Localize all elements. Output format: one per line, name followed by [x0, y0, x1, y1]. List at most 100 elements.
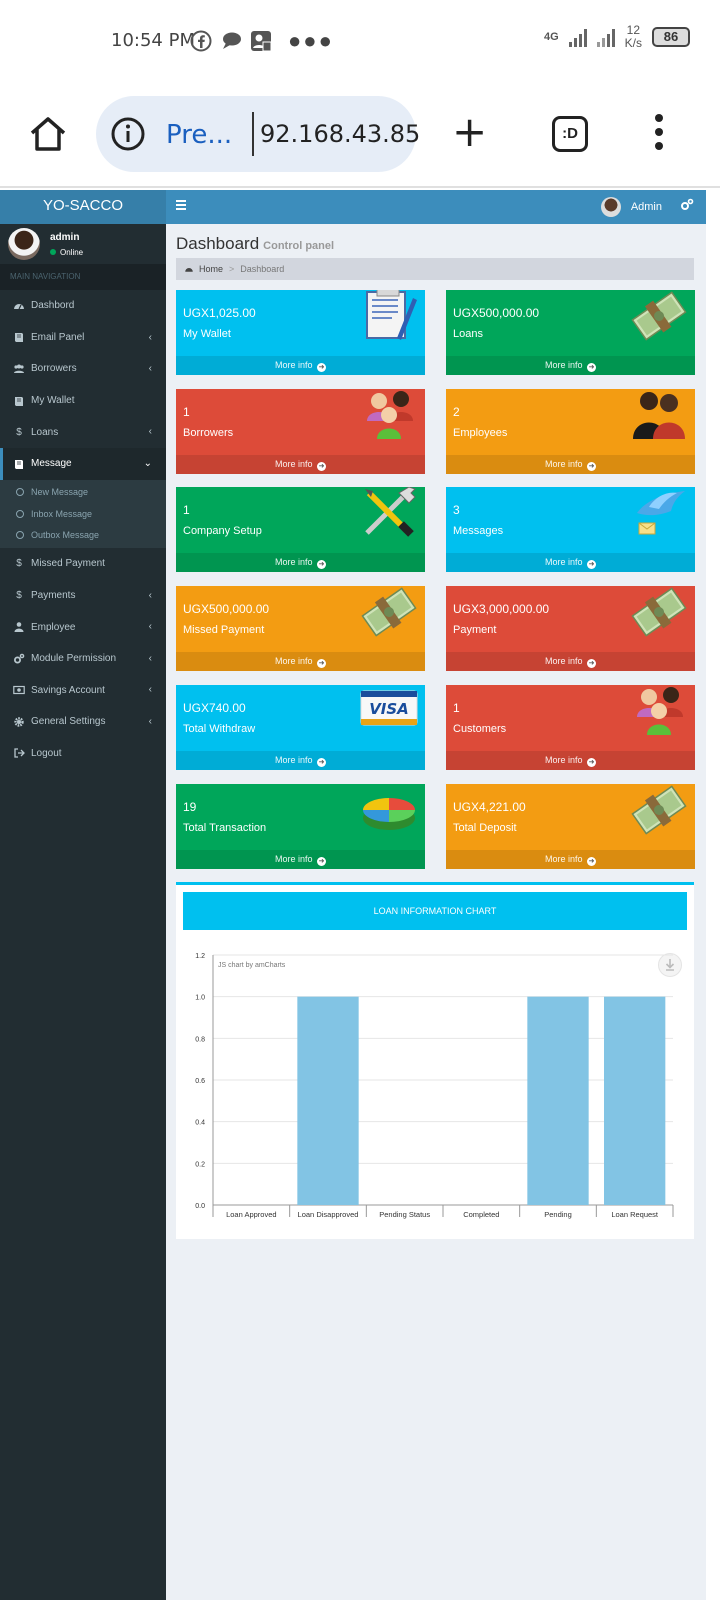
y-tick-label: 0.6 — [195, 1078, 205, 1085]
info-box-company-setup: 1 Company Setup More info ➜ — [176, 487, 425, 572]
book-icon — [15, 459, 23, 469]
info-icon[interactable] — [110, 116, 146, 152]
chart-credit: JS chart by amCharts — [218, 962, 286, 969]
info-box-payment: UGX3,000,000.00 Payment More info ➜ — [446, 586, 695, 671]
y-tick-label: 0.4 — [195, 1120, 205, 1127]
arrow-circle-right-icon: ➜ — [317, 659, 327, 668]
info-box-value: 1 — [183, 405, 190, 419]
info-box-customers: 1 Customers More info ➜ — [446, 685, 695, 770]
info-box-borrowers: 1 Borrowers More info ➜ — [176, 389, 425, 474]
y-tick-label: 1.2 — [195, 953, 205, 960]
new-tab-button[interactable]: + — [452, 111, 487, 153]
gears-icon[interactable] — [680, 198, 694, 212]
more-info-link[interactable]: More info ➜ — [176, 850, 425, 869]
sidebar-item-module-permission[interactable]: Module Permission ‹ — [0, 643, 166, 675]
breadcrumb-home[interactable]: Home — [199, 264, 223, 274]
more-info-link[interactable]: More info ➜ — [176, 553, 425, 572]
info-box-value: 2 — [453, 405, 460, 419]
url-host[interactable]: 92.168.43.85 — [260, 120, 420, 148]
user-status: Online — [50, 248, 83, 257]
submenu-item-inbox-message[interactable]: Inbox Message — [0, 503, 166, 525]
dashboard-icon — [185, 267, 193, 272]
book-icon — [15, 396, 23, 406]
loan-bar-chart: JS chart by amCharts 0.0 0.2 0.4 0.6 0.8 1.0 1.… — [195, 953, 674, 1219]
info-box-value: 19 — [183, 800, 197, 814]
info-box-label: Employees — [453, 427, 508, 439]
top-navbar: YO-SACCO Admin — [0, 190, 706, 224]
sidebar-item-payments[interactable]: $ Payments ‹ — [0, 580, 166, 612]
more-info-link[interactable]: More info ➜ — [446, 356, 695, 375]
user-panel: admin Online — [0, 224, 166, 264]
sidebar-item-my-wallet[interactable]: My Wallet — [0, 385, 166, 417]
people-pair-icon — [633, 392, 685, 439]
arrow-circle-right-icon: ➜ — [587, 659, 597, 668]
browser-toolbar: Pre... 92.168.43.85 + :D — [0, 80, 720, 188]
info-box-value: UGX500,000.00 — [453, 306, 540, 320]
address-bar[interactable]: Pre... 92.168.43.85 — [96, 96, 420, 172]
sidebar-item-email-panel[interactable]: Email Panel ‹ — [0, 322, 166, 354]
chevron-left-icon: ‹ — [148, 363, 152, 375]
chevron-left-icon: ‹ — [148, 684, 152, 696]
arrow-circle-right-icon: ➜ — [587, 462, 597, 471]
more-info-link[interactable]: More info ➜ — [446, 850, 695, 869]
info-box-total-transaction: 19 Total Transaction More info ➜ — [176, 784, 425, 869]
status-right: 4G 12 K/s 86 — [544, 24, 690, 50]
submenu-item-new-message[interactable]: New Message — [0, 482, 166, 504]
online-dot-icon — [50, 249, 56, 255]
money-stack-icon — [361, 587, 417, 637]
x-tick-label: Loan Disapproved — [298, 1210, 359, 1219]
sidebar-item-borrowers[interactable]: Borrowers ‹ — [0, 353, 166, 385]
info-box-label: My Wallet — [183, 328, 231, 340]
breadcrumb: Home > Dashboard — [176, 258, 694, 280]
breadcrumb-separator: > — [229, 264, 235, 274]
sidebar-item-loans[interactable]: $ Loans ‹ — [0, 416, 166, 448]
more-info-link[interactable]: More info ➜ — [176, 652, 425, 671]
chevron-left-icon: ‹ — [148, 652, 152, 664]
page-subtitle: Control panel — [263, 240, 335, 252]
chevron-down-icon: ⌄ — [143, 457, 152, 469]
user-menu[interactable]: Admin — [600, 197, 662, 217]
info-box-value: 1 — [183, 503, 190, 517]
sidebar-item-general-settings[interactable]: General Settings ‹ — [0, 706, 166, 738]
info-box-missed-payment: UGX500,000.00 Missed Payment More info ➜ — [176, 586, 425, 671]
x-tick-label: Completed — [463, 1210, 499, 1219]
message-submenu: New Message Inbox Message Outbox Message — [0, 479, 166, 549]
sidebar-item-logout[interactable]: Logout — [0, 738, 166, 770]
sidebar-toggle-icon[interactable] — [176, 200, 186, 212]
more-info-link[interactable]: More info ➜ — [446, 652, 695, 671]
arrow-circle-right-icon: ➜ — [587, 363, 597, 372]
info-box-label: Messages — [453, 525, 504, 537]
sidebar-item-message[interactable]: Message ⌄ — [0, 447, 166, 480]
sidebar-item-dashboard[interactable]: Dashbord — [0, 290, 166, 322]
more-info-link[interactable]: More info ➜ — [176, 455, 425, 474]
avatar — [600, 197, 621, 217]
money-stack-icon — [631, 587, 687, 637]
more-info-link[interactable]: More info ➜ — [176, 751, 425, 770]
app-logo[interactable]: YO-SACCO — [0, 190, 166, 224]
overflow-menu-icon[interactable] — [655, 114, 665, 154]
home-icon[interactable] — [28, 114, 68, 154]
arrow-circle-right-icon: ➜ — [317, 857, 327, 866]
more-info-link[interactable]: More info ➜ — [176, 356, 425, 375]
more-info-link[interactable]: More info ➜ — [446, 455, 695, 474]
tab-switcher-button[interactable]: :D — [552, 116, 588, 152]
submenu-item-outbox-message[interactable]: Outbox Message — [0, 525, 166, 547]
info-box-label: Borrowers — [183, 427, 234, 439]
arrow-circle-right-icon: ➜ — [317, 758, 327, 767]
more-info-link[interactable]: More info ➜ — [446, 553, 695, 572]
info-box-messages: 3 Messages More info ➜ — [446, 487, 695, 572]
sidebar-item-savings-account[interactable]: Savings Account ‹ — [0, 674, 166, 706]
sidebar-item-employee[interactable]: Employee ‹ — [0, 611, 166, 643]
money-stack-icon — [631, 785, 687, 835]
battery-icon: 86 — [652, 27, 690, 47]
nav-header: MAIN NAVIGATION — [0, 264, 166, 290]
nav-user-name: Admin — [630, 201, 662, 213]
x-tick-label: Pending Status — [379, 1210, 430, 1219]
status-bar: 10:54 PM ●●● 4G 12 K/s 86 — [0, 0, 720, 80]
page-title: Dashboard Control panel — [176, 234, 335, 253]
sidebar-item-missed-payment[interactable]: $ Missed Payment — [0, 548, 166, 580]
more-info-link[interactable]: More info ➜ — [446, 751, 695, 770]
info-box-label: Loans — [453, 328, 483, 340]
info-box-label: Customers — [453, 723, 507, 735]
gears-icon — [14, 653, 25, 664]
